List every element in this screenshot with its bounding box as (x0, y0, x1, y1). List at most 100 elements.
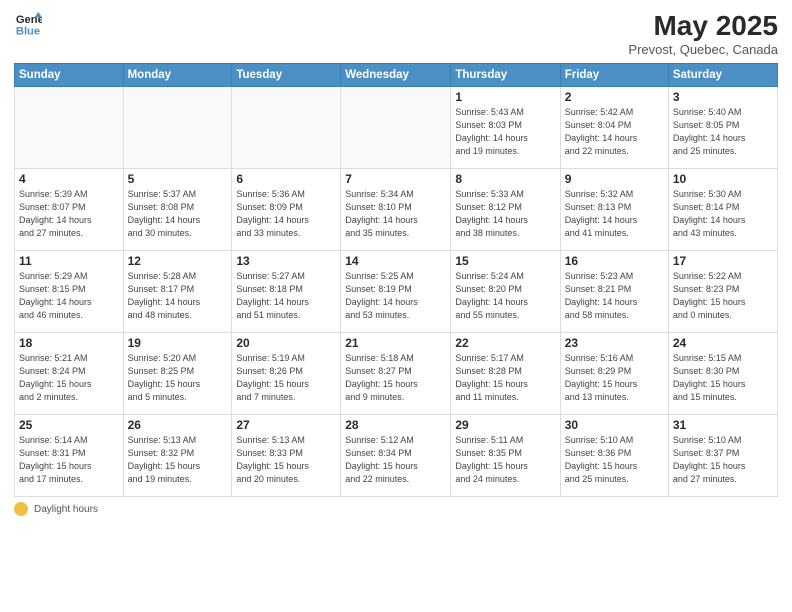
calendar-week-row: 1Sunrise: 5:43 AM Sunset: 8:03 PM Daylig… (15, 87, 778, 169)
calendar-cell: 2Sunrise: 5:42 AM Sunset: 8:04 PM Daylig… (560, 87, 668, 169)
calendar-day-header: Sunday (15, 64, 124, 87)
calendar-cell (232, 87, 341, 169)
day-info: Sunrise: 5:11 AM Sunset: 8:35 PM Dayligh… (455, 434, 555, 486)
calendar-header-row: SundayMondayTuesdayWednesdayThursdayFrid… (15, 64, 778, 87)
day-number: 18 (19, 336, 119, 350)
header: General Blue May 2025 Prevost, Quebec, C… (14, 10, 778, 57)
day-info: Sunrise: 5:17 AM Sunset: 8:28 PM Dayligh… (455, 352, 555, 404)
day-info: Sunrise: 5:24 AM Sunset: 8:20 PM Dayligh… (455, 270, 555, 322)
calendar-cell: 4Sunrise: 5:39 AM Sunset: 8:07 PM Daylig… (15, 169, 124, 251)
day-number: 24 (673, 336, 773, 350)
calendar-table: SundayMondayTuesdayWednesdayThursdayFrid… (14, 63, 778, 497)
calendar-cell: 11 Sunrise: 5:29 AM Sunset: 8:15 PM Dayli… (15, 251, 124, 333)
day-info: Sunrise: 5:34 AM Sunset: 8:10 PM Dayligh… (345, 188, 446, 240)
calendar-cell: 3Sunrise: 5:40 AM Sunset: 8:05 PM Daylig… (668, 87, 777, 169)
day-number: 4 (19, 172, 119, 186)
day-number: 8 (455, 172, 555, 186)
calendar-day-header: Monday (123, 64, 232, 87)
day-number: 11 (19, 254, 119, 268)
calendar-cell: 21Sunrise: 5:18 AM Sunset: 8:27 PM Dayli… (341, 333, 451, 415)
calendar-cell: 13 Sunrise: 5:27 AM Sunset: 8:18 PM Dayli… (232, 251, 341, 333)
calendar-day-header: Friday (560, 64, 668, 87)
day-info: Sunrise: 5:10 AM Sunset: 8:37 PM Dayligh… (673, 434, 773, 486)
calendar-cell: 31 Sunrise: 5:10 AM Sunset: 8:37 PM Dayli… (668, 415, 777, 497)
calendar-cell: 10Sunrise: 5:30 AM Sunset: 8:14 PM Dayli… (668, 169, 777, 251)
day-number: 3 (673, 90, 773, 104)
day-info: Sunrise: 5:42 AM Sunset: 8:04 PM Dayligh… (565, 106, 664, 158)
day-number: 20 (236, 336, 336, 350)
day-number: 19 (128, 336, 228, 350)
calendar-cell: 22 Sunrise: 5:17 AM Sunset: 8:28 PM Dayli… (451, 333, 560, 415)
day-info: Sunrise: 5:36 AM Sunset: 8:09 PM Dayligh… (236, 188, 336, 240)
calendar-cell: 14 Sunrise: 5:25 AM Sunset: 8:19 PM Dayli… (341, 251, 451, 333)
logo: General Blue (14, 10, 42, 38)
logo-icon: General Blue (14, 10, 42, 38)
calendar-cell: 16 Sunrise: 5:23 AM Sunset: 8:21 PM Dayli… (560, 251, 668, 333)
day-number: 26 (128, 418, 228, 432)
day-info: Sunrise: 5:23 AM Sunset: 8:21 PM Dayligh… (565, 270, 664, 322)
calendar-cell: 6Sunrise: 5:36 AM Sunset: 8:09 PM Daylig… (232, 169, 341, 251)
day-number: 14 (345, 254, 446, 268)
day-number: 1 (455, 90, 555, 104)
title-block: May 2025 Prevost, Quebec, Canada (628, 10, 778, 57)
calendar-cell (123, 87, 232, 169)
calendar-cell: 28Sunrise: 5:12 AM Sunset: 8:34 PM Dayli… (341, 415, 451, 497)
day-info: Sunrise: 5:28 AM Sunset: 8:17 PM Dayligh… (128, 270, 228, 322)
day-info: Sunrise: 5:13 AM Sunset: 8:33 PM Dayligh… (236, 434, 336, 486)
calendar-cell: 15 Sunrise: 5:24 AM Sunset: 8:20 PM Dayli… (451, 251, 560, 333)
calendar-cell: 23 Sunrise: 5:16 AM Sunset: 8:29 PM Dayli… (560, 333, 668, 415)
calendar-cell: 20 Sunrise: 5:19 AM Sunset: 8:26 PM Dayli… (232, 333, 341, 415)
day-info: Sunrise: 5:37 AM Sunset: 8:08 PM Dayligh… (128, 188, 228, 240)
day-info: Sunrise: 5:19 AM Sunset: 8:26 PM Dayligh… (236, 352, 336, 404)
page-subtitle: Prevost, Quebec, Canada (628, 42, 778, 57)
day-number: 31 (673, 418, 773, 432)
calendar-cell: 24 Sunrise: 5:15 AM Sunset: 8:30 PM Dayli… (668, 333, 777, 415)
day-number: 17 (673, 254, 773, 268)
calendar-cell (15, 87, 124, 169)
day-info: Sunrise: 5:22 AM Sunset: 8:23 PM Dayligh… (673, 270, 773, 322)
calendar-cell: 19 Sunrise: 5:20 AM Sunset: 8:25 PM Dayli… (123, 333, 232, 415)
calendar-day-header: Wednesday (341, 64, 451, 87)
day-info: Sunrise: 5:13 AM Sunset: 8:32 PM Dayligh… (128, 434, 228, 486)
page: General Blue May 2025 Prevost, Quebec, C… (0, 0, 792, 612)
day-info: Sunrise: 5:21 AM Sunset: 8:24 PM Dayligh… (19, 352, 119, 404)
day-number: 29 (455, 418, 555, 432)
day-number: 15 (455, 254, 555, 268)
day-info: Sunrise: 5:18 AM Sunset: 8:27 PM Dayligh… (345, 352, 446, 404)
day-info: Sunrise: 5:29 AM Sunset: 8:15 PM Dayligh… (19, 270, 119, 322)
calendar-week-row: 4Sunrise: 5:39 AM Sunset: 8:07 PM Daylig… (15, 169, 778, 251)
calendar-cell: 17 Sunrise: 5:22 AM Sunset: 8:23 PM Dayli… (668, 251, 777, 333)
calendar-cell: 8 Sunrise: 5:33 AM Sunset: 8:12 PM Daylig… (451, 169, 560, 251)
calendar-day-header: Saturday (668, 64, 777, 87)
calendar-day-header: Thursday (451, 64, 560, 87)
day-number: 7 (345, 172, 446, 186)
day-info: Sunrise: 5:32 AM Sunset: 8:13 PM Dayligh… (565, 188, 664, 240)
day-number: 27 (236, 418, 336, 432)
page-title: May 2025 (628, 10, 778, 42)
footer-note: Daylight hours (14, 502, 778, 516)
day-number: 23 (565, 336, 664, 350)
calendar-cell: 26 Sunrise: 5:13 AM Sunset: 8:32 PM Dayli… (123, 415, 232, 497)
day-number: 22 (455, 336, 555, 350)
calendar-cell: 25Sunrise: 5:14 AM Sunset: 8:31 PM Dayli… (15, 415, 124, 497)
day-info: Sunrise: 5:27 AM Sunset: 8:18 PM Dayligh… (236, 270, 336, 322)
sun-icon (14, 502, 28, 516)
day-number: 16 (565, 254, 664, 268)
day-info: Sunrise: 5:15 AM Sunset: 8:30 PM Dayligh… (673, 352, 773, 404)
day-info: Sunrise: 5:10 AM Sunset: 8:36 PM Dayligh… (565, 434, 664, 486)
svg-text:Blue: Blue (16, 25, 40, 37)
calendar-cell: 29 Sunrise: 5:11 AM Sunset: 8:35 PM Dayli… (451, 415, 560, 497)
calendar-cell: 9Sunrise: 5:32 AM Sunset: 8:13 PM Daylig… (560, 169, 668, 251)
day-number: 10 (673, 172, 773, 186)
day-number: 30 (565, 418, 664, 432)
day-info: Sunrise: 5:20 AM Sunset: 8:25 PM Dayligh… (128, 352, 228, 404)
footer-label: Daylight hours (34, 504, 98, 515)
calendar-week-row: 25Sunrise: 5:14 AM Sunset: 8:31 PM Dayli… (15, 415, 778, 497)
calendar-cell: 27 Sunrise: 5:13 AM Sunset: 8:33 PM Dayli… (232, 415, 341, 497)
day-info: Sunrise: 5:25 AM Sunset: 8:19 PM Dayligh… (345, 270, 446, 322)
day-info: Sunrise: 5:33 AM Sunset: 8:12 PM Dayligh… (455, 188, 555, 240)
day-info: Sunrise: 5:14 AM Sunset: 8:31 PM Dayligh… (19, 434, 119, 486)
day-number: 13 (236, 254, 336, 268)
day-number: 28 (345, 418, 446, 432)
day-info: Sunrise: 5:16 AM Sunset: 8:29 PM Dayligh… (565, 352, 664, 404)
